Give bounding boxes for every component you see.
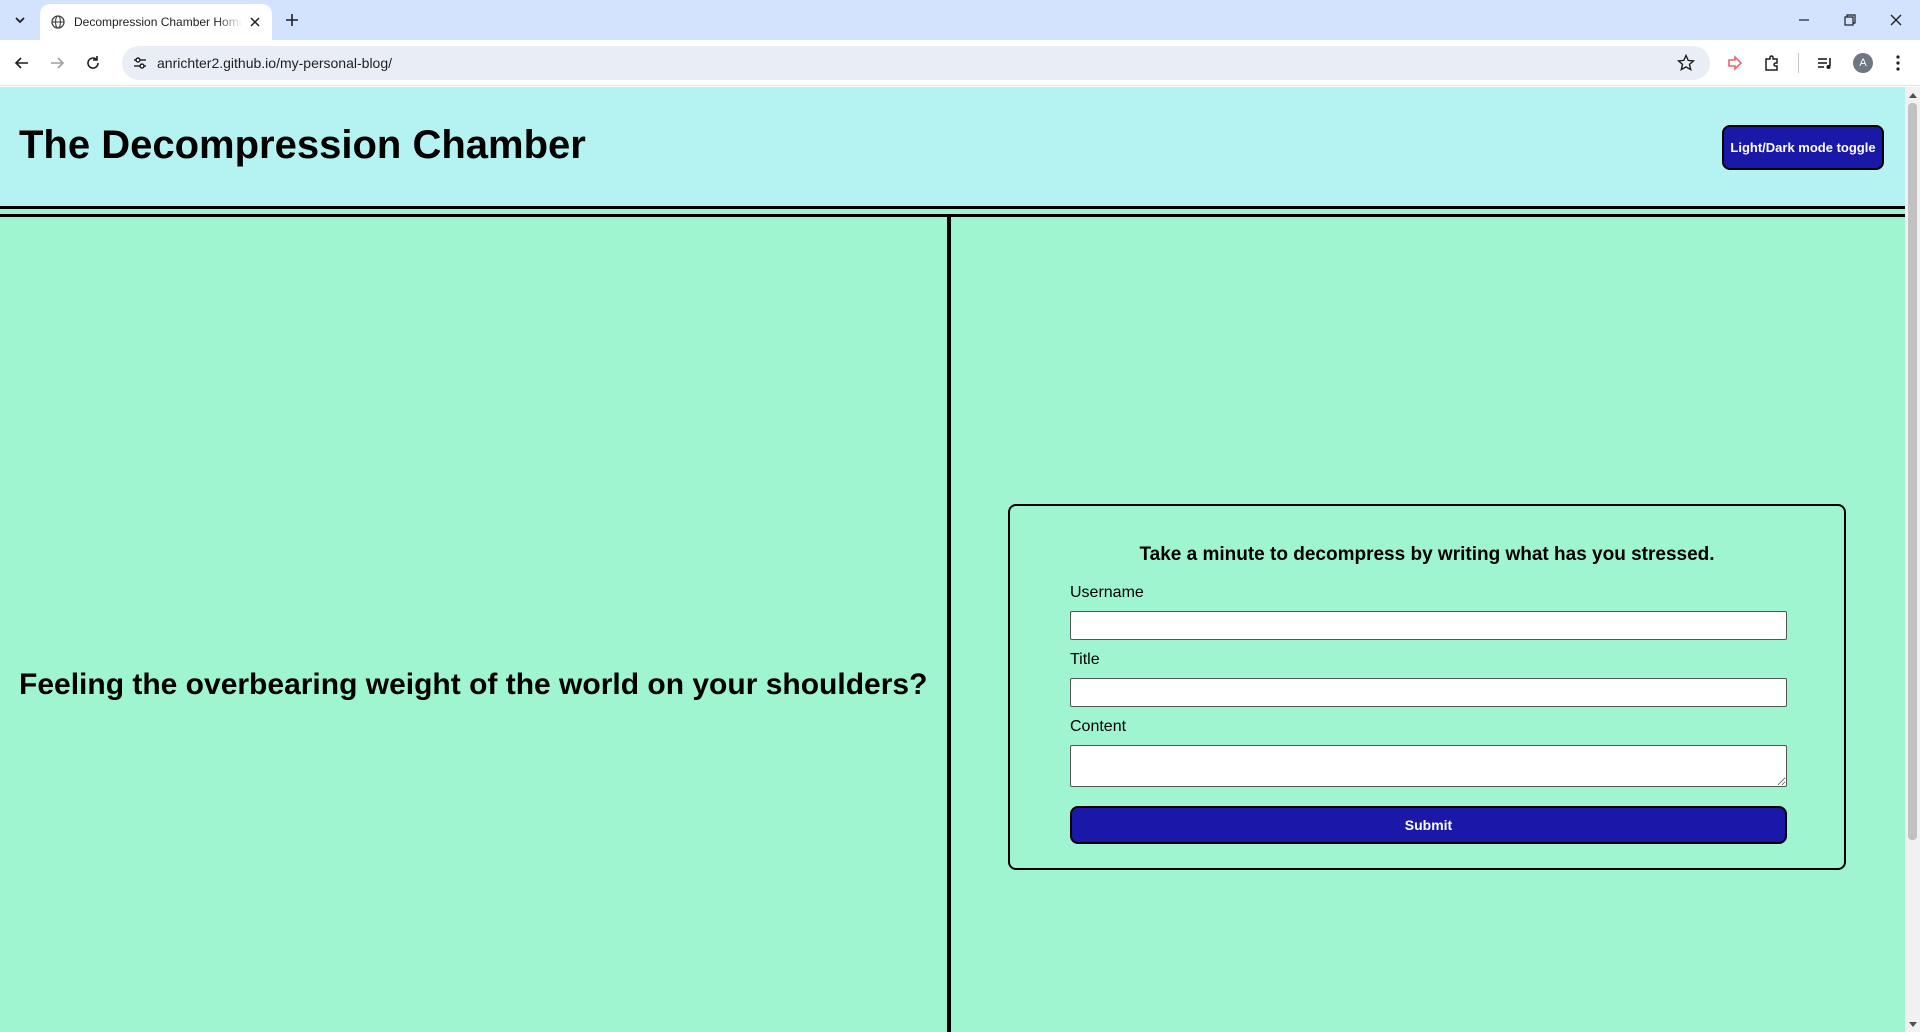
toolbar-separator [1798, 53, 1799, 73]
restore-icon[interactable] [1830, 4, 1870, 36]
content-label: Content [1070, 718, 1127, 735]
page-viewport: The Decompression Chamber Light/Dark mod… [0, 87, 1905, 1032]
scroll-down-arrow-icon[interactable] [1905, 1017, 1920, 1032]
decompress-form: Take a minute to decompress by writing w… [1008, 504, 1846, 870]
tagline-section: Feeling the overbearing weight of the wo… [0, 217, 947, 1032]
browser-tab-bar: Decompression Chamber Home [0, 0, 1920, 40]
content-textarea[interactable] [1070, 745, 1787, 787]
page-scrollbar[interactable] [1905, 87, 1920, 1032]
browser-toolbar: anrichter2.github.io/my-personal-blog/ [0, 40, 1920, 86]
username-label: Username [1070, 584, 1144, 601]
extension-arrow-icon[interactable] [1721, 49, 1749, 77]
scroll-up-arrow-icon[interactable] [1905, 87, 1920, 102]
forward-arrow-icon[interactable] [43, 49, 71, 77]
profile-avatar[interactable]: A [1853, 53, 1873, 73]
light-dark-mode-toggle-button[interactable]: Light/Dark mode toggle [1722, 125, 1884, 170]
back-arrow-icon[interactable] [8, 49, 36, 77]
bookmark-star-icon[interactable] [1676, 53, 1696, 73]
close-tab-icon[interactable] [246, 13, 264, 31]
tab-search-chevron-icon[interactable] [8, 8, 32, 32]
form-heading: Take a minute to decompress by writing w… [1139, 544, 1715, 565]
site-header: The Decompression Chamber Light/Dark mod… [0, 87, 1905, 209]
new-tab-plus-icon[interactable] [280, 8, 304, 32]
tagline-heading: Feeling the overbearing weight of the wo… [19, 668, 928, 701]
site-info-icon[interactable] [128, 51, 152, 75]
submit-button[interactable]: Submit [1070, 806, 1787, 844]
reload-icon[interactable] [79, 49, 107, 77]
page-title: The Decompression Chamber [19, 123, 586, 167]
close-window-icon[interactable] [1876, 4, 1916, 36]
browser-tab[interactable]: Decompression Chamber Home [40, 4, 272, 40]
url-text: anrichter2.github.io/my-personal-blog/ [157, 55, 393, 71]
extensions-puzzle-icon[interactable] [1758, 49, 1786, 77]
address-bar[interactable]: anrichter2.github.io/my-personal-blog/ [122, 46, 1710, 80]
minimize-icon[interactable] [1784, 4, 1824, 36]
browser-menu-dots-icon[interactable] [1884, 49, 1912, 77]
column-divider [947, 217, 951, 1032]
title-label: Title [1070, 651, 1100, 668]
title-input[interactable] [1070, 678, 1787, 707]
scrollbar-thumb[interactable] [1908, 103, 1917, 840]
media-controls-icon[interactable] [1811, 49, 1839, 77]
globe-icon [50, 14, 66, 30]
username-input[interactable] [1070, 611, 1787, 640]
tab-title: Decompression Chamber Home [74, 15, 242, 29]
